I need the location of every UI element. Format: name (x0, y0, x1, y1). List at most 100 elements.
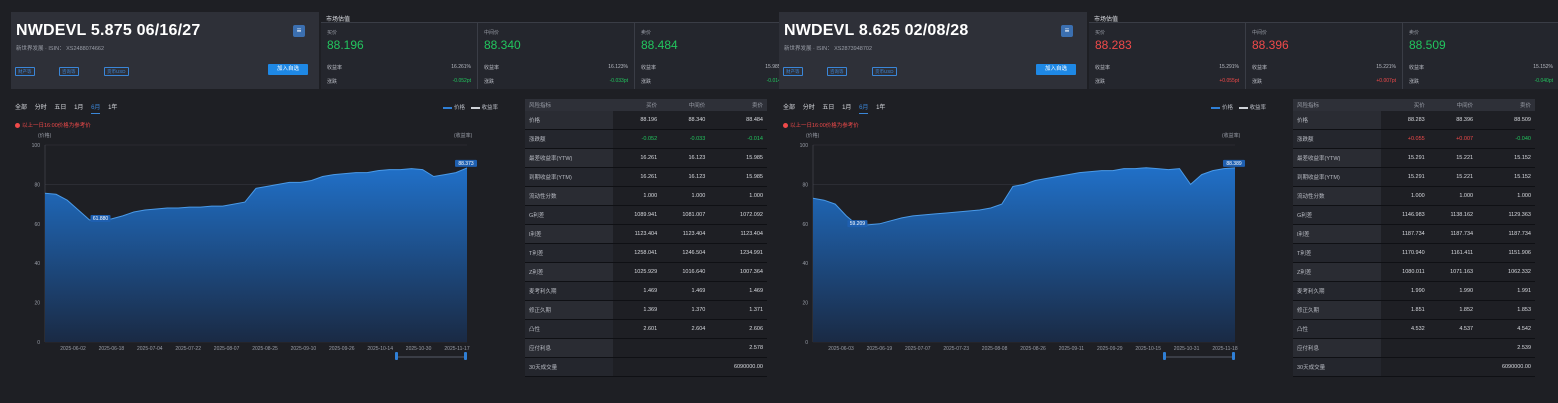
price-chart[interactable]: 0 20 40 60 80 100 61.880 88.373 2025-06-02 2025-0… (11, 139, 511, 392)
bond-info: NWDEVL 5.875 06/16/27 新世界发展 · ISIN： XS24… (11, 12, 319, 89)
table-row: T利差 1170.940 1161.411 1151.906 (1293, 243, 1535, 263)
yield-label: 收益率 (1252, 65, 1268, 71)
yield-row: 收益率 16.123% (484, 64, 628, 71)
quote-price: 88.509 (1409, 38, 1446, 52)
tag-consult[interactable]: 咨询等 (59, 67, 79, 76)
cell-label: 到期收益率(YTM) (525, 167, 613, 187)
quote-ask: 卖价 88.509 收益率 15.152% 涨跌 -0.040pt (1403, 23, 1558, 89)
legend-yield[interactable]: 收益率 (482, 105, 499, 111)
yield-row: 收益率 15.291% (1095, 64, 1239, 71)
cell-label: 应付利息 (1293, 338, 1381, 358)
cell-label: 麦考利久期 (1293, 281, 1381, 301)
cell-bid: 1025.929 (613, 262, 662, 282)
range-handle-right (1232, 352, 1235, 360)
quote-price: 88.340 (484, 38, 521, 52)
table-row: 应付利息 2.578 (525, 338, 767, 358)
tag-currency[interactable]: 货币USD (104, 67, 129, 76)
tag-currency[interactable]: 货币USD (872, 67, 897, 76)
quote-label: 卖价 (641, 30, 652, 36)
tag-property[interactable]: 财产等 (15, 67, 35, 76)
tab-1m[interactable]: 1月 (842, 102, 851, 113)
cell-mid: 2.604 (661, 319, 710, 339)
yield-value: 16.261% (451, 64, 471, 70)
tab-6m[interactable]: 6月 (859, 102, 869, 114)
tab-6m[interactable]: 6月 (91, 102, 101, 114)
change-row: 涨跌 +0.055pt (1095, 78, 1239, 85)
cell-bid: 1187.734 (1381, 224, 1429, 244)
legend-price[interactable]: 价格 (454, 105, 465, 111)
quote-price: 88.484 (641, 38, 678, 52)
tab-intraday[interactable]: 分时 (35, 102, 47, 113)
cell-label: 应付利息 (525, 338, 613, 358)
x-tick-label: 2025-11-18 (1212, 346, 1237, 352)
tab-1y[interactable]: 1年 (108, 102, 117, 113)
tab-all[interactable]: 全部 (783, 102, 795, 113)
table-row: G利差 1089.941 1081.007 1072.092 (525, 205, 767, 225)
price-chart[interactable]: 0 20 40 60 80 100 59.209 88.389 2025-06-03 2025-0… (779, 139, 1279, 392)
change-value: -0.033pt (609, 78, 628, 84)
cell-label: 流动性分数 (1293, 186, 1381, 206)
cell-ask: 1.371 (709, 300, 767, 320)
x-tick-label: 2025-06-03 (828, 346, 854, 352)
legend-yield[interactable]: 收益率 (1250, 105, 1267, 111)
cell-label: 涨跌额 (525, 129, 613, 149)
tag-property[interactable]: 财产等 (783, 67, 803, 76)
legend-price[interactable]: 价格 (1222, 105, 1233, 111)
cell-bid (613, 357, 662, 377)
cell-ask: 1007.364 (709, 262, 767, 282)
cell-ask: 2.578 (709, 338, 767, 358)
cell-bid: 1123.404 (613, 224, 662, 244)
table-row: 修正久期 1.851 1.852 1.853 (1293, 300, 1535, 320)
tab-all[interactable]: 全部 (15, 102, 27, 113)
table-header-row: 风险指标 买价 中间价 卖价 (525, 99, 767, 111)
quote-ask: 卖价 88.484 收益率 15.985% 涨跌 -0.014pt (635, 23, 792, 89)
period-tabs: 全部 分时 五日 1月 6月 1年 (15, 102, 123, 114)
cell-mid: 88.340 (661, 111, 710, 130)
tab-1y[interactable]: 1年 (876, 102, 885, 113)
add-watchlist-button[interactable]: 加入自选 (1036, 64, 1076, 75)
change-label: 涨跌 (1409, 79, 1420, 85)
cell-label: 流动性分数 (525, 186, 613, 206)
quote-label: 中间价 (484, 30, 500, 36)
tab-intraday[interactable]: 分时 (803, 102, 815, 113)
cell-mid: 1081.007 (661, 205, 710, 225)
yield-value: 16.123% (608, 64, 628, 70)
change-label: 涨跌 (1252, 79, 1263, 85)
x-tick-label: 2025-08-26 (1020, 346, 1046, 352)
y-tick-label: 60 (34, 222, 40, 228)
table-row: 凸性 4.532 4.537 4.542 (1293, 319, 1535, 339)
bond-title: NWDEVL 5.875 06/16/27 (16, 22, 201, 39)
table-row: 30天成交量 6090000.00 (525, 357, 767, 377)
cell-label: 麦考利久期 (525, 281, 613, 301)
cell-mid: 1138.162 (1428, 205, 1478, 225)
risk-table: 风险指标 买价 中间价 卖价 价格 88.196 88.340 88.484 涨跌额 -0… (525, 99, 767, 377)
cell-label: Z利差 (525, 262, 613, 282)
document-icon[interactable]: ≡ (293, 25, 305, 37)
header-bid: 买价 (1381, 99, 1429, 111)
cell-ask: 15.152 (1477, 167, 1535, 187)
y-tick-label: 100 (800, 143, 809, 149)
price-chart-area: 全部 分时 五日 1月 6月 1年 价格 收益率 以上一日16:00价格为参考价… (779, 95, 1279, 392)
market-valuation: 市场估值 买价 88.196 收益率 16.261% 涨跌 -0.052pt 中间价… (321, 12, 792, 89)
cell-bid: 1258.041 (613, 243, 662, 263)
document-icon[interactable]: ≡ (1061, 25, 1073, 37)
tab-5d[interactable]: 五日 (54, 102, 66, 113)
add-watchlist-button[interactable]: 加入自选 (268, 64, 308, 75)
cell-label: Z利差 (1293, 262, 1381, 282)
header-mid: 中间价 (1428, 99, 1478, 111)
bond-panel-1: NWDEVL 5.875 06/16/27 新世界发展 · ISIN： XS24… (11, 12, 792, 392)
change-label: 涨跌 (484, 79, 495, 85)
cell-mid: 88.396 (1428, 111, 1478, 130)
x-tick-label: 2025-09-29 (1097, 346, 1123, 352)
x-tick-label: 2025-08-08 (982, 346, 1008, 352)
cell-ask: 88.484 (709, 111, 767, 130)
risk-table: 风险指标 买价 中间价 卖价 价格 88.283 88.396 88.509 涨跌额 +0… (1293, 99, 1535, 377)
risk-metrics-table: 风险指标 买价 中间价 卖价 价格 88.283 88.396 88.509 涨跌额 +0… (1293, 99, 1535, 377)
cell-bid: 1.990 (1381, 281, 1429, 301)
tag-consult[interactable]: 咨询等 (827, 67, 847, 76)
quote-mid: 中间价 88.396 收益率 15.221% 涨跌 +0.007pt (1246, 23, 1403, 89)
tab-5d[interactable]: 五日 (822, 102, 834, 113)
table-row: 麦考利久期 1.990 1.990 1.991 (1293, 281, 1535, 301)
y-tick-label: 0 (37, 340, 40, 346)
tab-1m[interactable]: 1月 (74, 102, 83, 113)
